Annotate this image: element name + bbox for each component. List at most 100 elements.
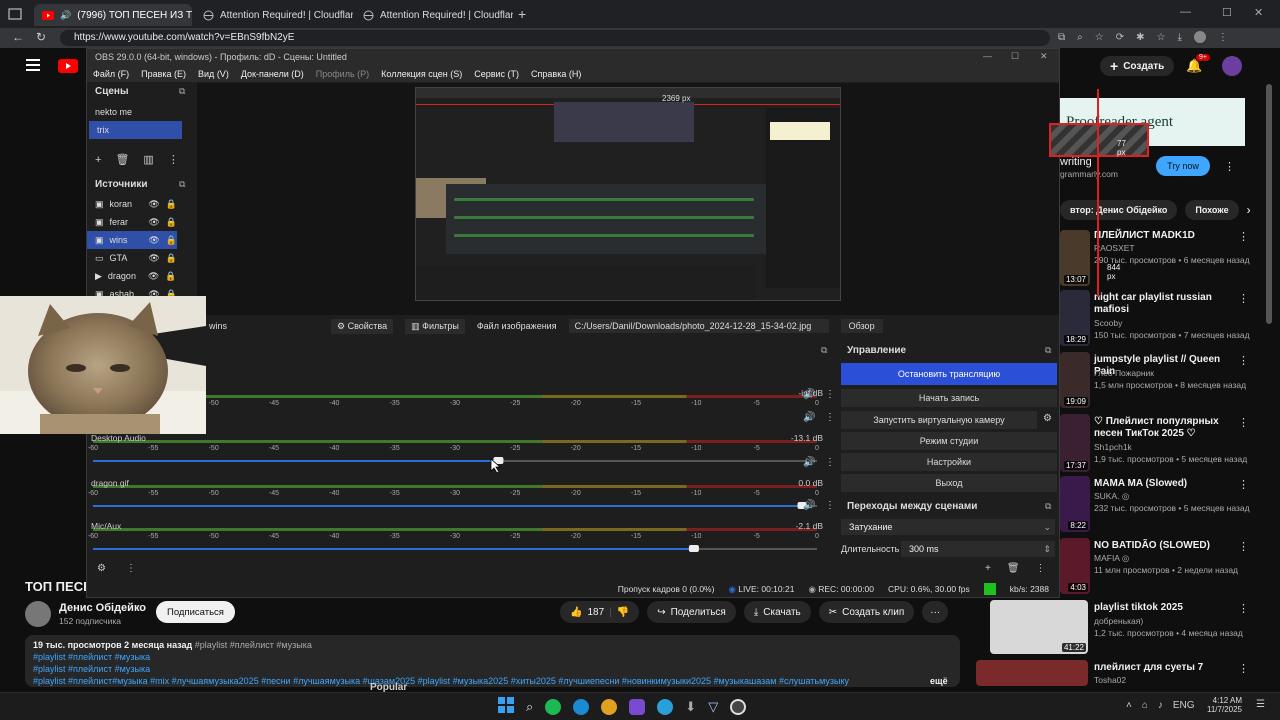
obs-icon[interactable]: [730, 698, 747, 715]
chrome-icon[interactable]: [601, 698, 618, 715]
channel-avatar[interactable]: [25, 601, 51, 627]
reload-icon[interactable]: ↻: [36, 30, 46, 44]
virtual-camera-button[interactable]: Запустить виртуальную камеру: [841, 411, 1037, 429]
download-button[interactable]: ⤓ Скачать: [743, 601, 811, 623]
maximize-button[interactable]: ☐: [1222, 6, 1232, 19]
volume-slider-handle[interactable]: [688, 545, 699, 552]
hashtag-line[interactable]: #playlist #плейлист#музыка #mix #лучшаям…: [33, 676, 913, 686]
windows-start-icon[interactable]: [498, 697, 514, 716]
volume-slider-fill[interactable]: [93, 505, 803, 507]
back-icon[interactable]: ←: [12, 30, 24, 44]
more-icon[interactable]: ⋮: [126, 563, 136, 574]
list-item[interactable]: 17:37 ♡ Плейлист популярных песен ТикТок…: [1060, 414, 1260, 472]
language-indicator[interactable]: ENG: [1173, 700, 1195, 711]
spotify-icon[interactable]: [545, 698, 562, 715]
chip-similar[interactable]: Похоже: [1185, 200, 1239, 220]
preview-area[interactable]: 2369 px 77 px 844 px: [197, 83, 1149, 315]
hashtag-line[interactable]: #playlist #плейлист #музыка: [33, 664, 150, 674]
source-item[interactable]: ▣ ferar 👁 🔒: [87, 213, 177, 231]
browse-button[interactable]: Обзор: [840, 319, 883, 333]
more-icon[interactable]: ⋮: [1238, 292, 1249, 305]
preview-canvas[interactable]: 2369 px: [415, 87, 841, 301]
list-item[interactable]: плейлист для суеты 7 Tosha02 ⋮: [976, 660, 1260, 686]
edge-icon[interactable]: [573, 698, 590, 715]
eye-icon[interactable]: 👁: [148, 199, 159, 210]
dock-float-icon[interactable]: ⧉: [179, 86, 185, 97]
url-input[interactable]: https://www.youtube.com/watch?v=EBnS9fbN…: [60, 30, 1050, 46]
list-item[interactable]: 41:22 playlist tiktok 2025 добренькая) 1…: [990, 600, 1260, 656]
scene-item[interactable]: nekto me: [87, 103, 182, 121]
network-icon[interactable]: ⌂: [1142, 700, 1148, 711]
menu-edit[interactable]: Правка (E): [141, 69, 186, 79]
vpn-icon[interactable]: ▽: [708, 699, 718, 715]
dock-float-icon[interactable]: ⧉: [1045, 501, 1051, 512]
stop-streaming-button[interactable]: Остановить трансляцию: [841, 363, 1057, 385]
start-recording-button[interactable]: Начать запись: [841, 389, 1057, 407]
hashtag-line[interactable]: #playlist #плейлист #музыка: [33, 652, 150, 662]
eye-icon[interactable]: 👁: [148, 217, 159, 228]
description-box[interactable]: 19 тыс. просмотров 2 месяца назад #playl…: [25, 635, 960, 687]
bookmark-icon[interactable]: ☆: [1157, 32, 1166, 43]
menu-scene-collection[interactable]: Коллекция сцен (S): [381, 69, 462, 79]
tab-menu-icon[interactable]: [8, 7, 22, 21]
trash-icon[interactable]: 🗑: [1007, 563, 1020, 574]
more-icon[interactable]: ⋮: [1238, 478, 1249, 491]
minimize-button[interactable]: —: [983, 51, 992, 61]
eye-icon[interactable]: 👁: [148, 271, 159, 282]
clip-button[interactable]: ✂ Создать клип: [818, 601, 915, 623]
dock-float-icon[interactable]: ⧉: [179, 179, 185, 190]
selected-source-box[interactable]: [1049, 123, 1149, 157]
gear-icon[interactable]: ⚙: [1043, 413, 1052, 424]
video-title[interactable]: ПЛЕЙЛИСТ MADK1D: [1094, 230, 1234, 242]
mixer-settings-icon[interactable]: ⚙: [97, 563, 106, 574]
menu-file[interactable]: Файл (F): [93, 69, 129, 79]
clock[interactable]: 4:12 AM 11/7/2025: [1206, 696, 1242, 714]
more-icon[interactable]: ⋮: [1238, 230, 1249, 243]
star-icon[interactable]: ☆: [1095, 32, 1104, 43]
more-icon[interactable]: ⋮: [1238, 602, 1249, 615]
thumbnail[interactable]: 41:22: [990, 600, 1088, 654]
thumbnail[interactable]: [976, 660, 1088, 686]
chip-author[interactable]: втор: Денис Обідейко: [1060, 200, 1178, 220]
source-item[interactable]: ▭ GTA 👁 🔒: [87, 249, 177, 267]
video-title[interactable]: NO BATIDÃO (SLOWED): [1094, 540, 1234, 552]
lock-icon[interactable]: 🔒: [166, 199, 177, 210]
menu-icon[interactable]: ⋮: [1218, 32, 1228, 43]
tab-cloudflare-1[interactable]: Attention Required! | Cloudflare ✕: [195, 4, 353, 26]
lock-icon[interactable]: 🔒: [165, 271, 176, 282]
volume-slider-track[interactable]: [498, 460, 817, 462]
discord-icon[interactable]: [629, 698, 646, 715]
video-title[interactable]: ♡ Плейлист популярных песен ТикТок 2025 …: [1094, 416, 1234, 440]
duration-spinbox[interactable]: 300 ms ⇕: [901, 541, 1055, 557]
volume-slider-fill[interactable]: [93, 548, 694, 550]
more-icon[interactable]: ⋮: [1224, 160, 1235, 173]
telegram-icon[interactable]: [657, 698, 674, 715]
mute-icon[interactable]: 🔊: [803, 498, 815, 511]
chevron-up-icon[interactable]: ˄: [1126, 700, 1132, 711]
profile-avatar[interactable]: [1193, 31, 1206, 43]
more-icon[interactable]: ⋮: [1036, 563, 1046, 574]
audio-icon[interactable]: 🔊: [60, 10, 71, 21]
share-button[interactable]: ↪ Поделиться: [647, 601, 736, 623]
page-scrollbar[interactable]: [1266, 84, 1272, 324]
more-icon[interactable]: ⋮: [168, 153, 179, 166]
lock-icon[interactable]: 🔒: [166, 235, 177, 246]
extension-icon[interactable]: ⟳: [1116, 32, 1124, 43]
add-icon[interactable]: +: [985, 563, 991, 574]
download-icon[interactable]: ⤓: [1177, 32, 1181, 43]
thumbnail[interactable]: 8:22: [1060, 476, 1090, 532]
tab-youtube[interactable]: 🔊 (7996) ТОП ПЕСЕН ИЗ ТИКТ ✕: [34, 4, 192, 26]
video-title[interactable]: night car playlist russian mafiosi: [1094, 292, 1234, 316]
filter-icon[interactable]: ▥: [143, 153, 153, 166]
hamburger-icon[interactable]: [26, 59, 40, 74]
properties-button[interactable]: ⚙ Свойства: [331, 318, 394, 334]
volume-slider-fill[interactable]: [93, 460, 499, 462]
app-icon[interactable]: ⬇: [685, 699, 696, 715]
settings-button[interactable]: Настройки: [841, 453, 1057, 471]
menu-help[interactable]: Справка (H): [531, 69, 581, 79]
search-icon[interactable]: ⌕: [526, 699, 533, 715]
chevron-right-icon[interactable]: ›: [1247, 203, 1251, 217]
menu-tools[interactable]: Сервис (T): [474, 69, 519, 79]
add-icon[interactable]: +: [95, 154, 101, 166]
thumbnail[interactable]: 19:09: [1060, 352, 1090, 408]
